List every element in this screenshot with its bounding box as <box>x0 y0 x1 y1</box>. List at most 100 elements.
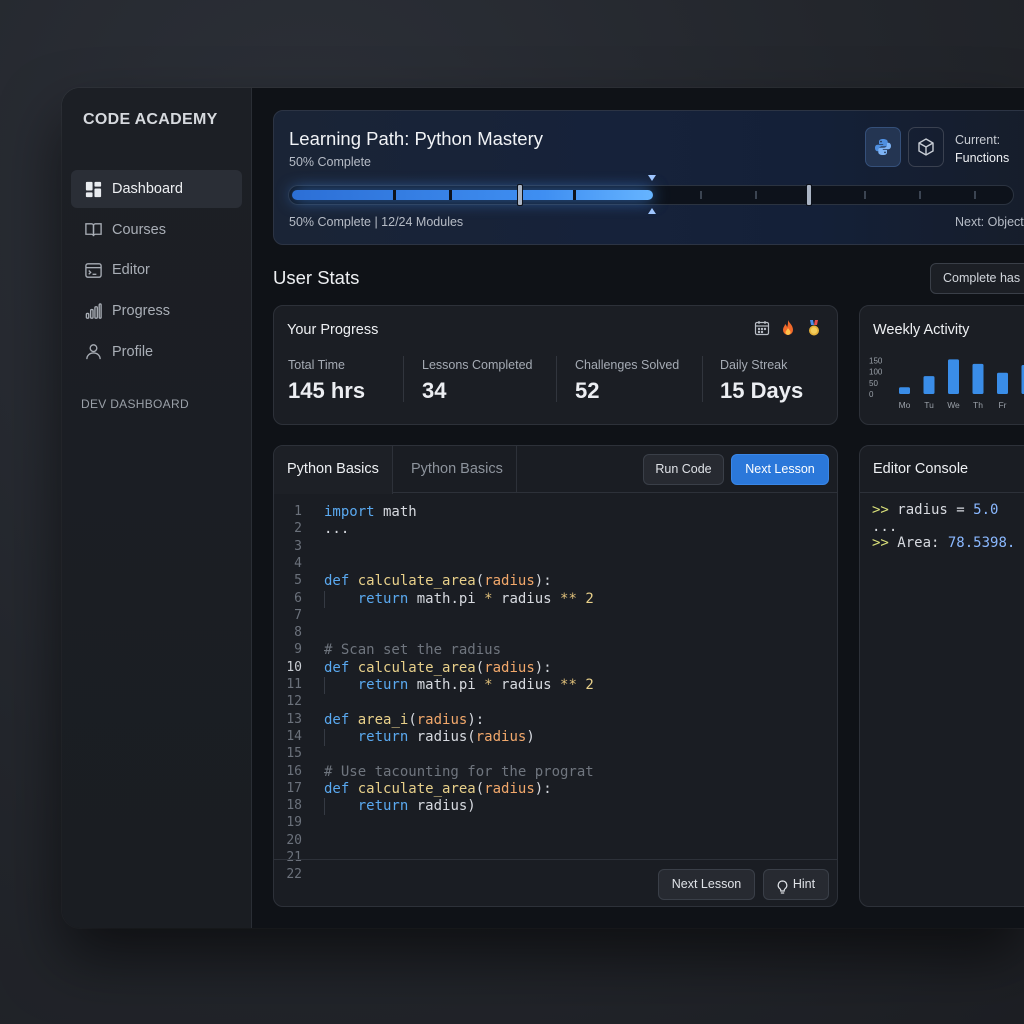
current-module: Current: Functions <box>955 131 1009 167</box>
complete-button[interactable]: Complete has <box>930 263 1024 294</box>
learning-path-next: Next: Objects <box>954 215 1024 229</box>
sidebar-item-profile[interactable]: Profile <box>71 333 242 371</box>
code-line: 18 return radius) <box>274 798 837 815</box>
code-token: ( <box>475 573 485 590</box>
dashboard-icon <box>83 179 103 199</box>
editor-tab-bar: Python Basics Python Basics Run Code Nex… <box>274 446 837 494</box>
tab-python-basics-2[interactable]: Python Basics <box>398 446 517 493</box>
code-token: calculate_area <box>357 780 476 797</box>
code-token: >> <box>872 502 889 518</box>
indent-guide <box>324 590 325 608</box>
sidebar-section-label: DEV DASHBOARD <box>81 397 189 411</box>
current-module-label: Current: <box>955 133 1001 147</box>
sidebar-item-label: Dashboard <box>112 181 183 197</box>
code-line: 1 import math <box>274 504 837 521</box>
progress-segment-gap <box>393 190 396 200</box>
sidebar: CODE ACADEMY Dashboard Courses Editor Pr… <box>62 88 252 928</box>
progress-marker-up-icon <box>648 208 656 214</box>
learning-path-subtitle: 50% Complete <box>289 155 371 169</box>
code-line: 20 <box>274 833 837 850</box>
progress-tick <box>755 191 757 199</box>
code-token: radius = <box>888 502 974 518</box>
sidebar-item-editor[interactable]: Editor <box>71 251 242 289</box>
code-token: 78.5398. <box>947 535 1016 551</box>
progress-handle[interactable] <box>806 184 812 206</box>
python-icon[interactable] <box>865 127 901 167</box>
your-progress-icons <box>753 319 823 337</box>
line-number: 14 <box>286 728 302 744</box>
code-line: 16 # Use tacounting for the prograt <box>274 764 837 781</box>
progress-tick <box>700 191 702 199</box>
line-number: 19 <box>286 815 302 831</box>
sidebar-item-dashboard[interactable]: Dashboard <box>71 170 242 208</box>
tab-python-basics[interactable]: Python Basics <box>274 446 393 494</box>
code-token: area_i <box>357 711 409 728</box>
stat-value: 34 <box>422 378 447 403</box>
current-module-value: Functions <box>955 151 1010 165</box>
console-line: ... <box>872 519 897 535</box>
code-text: return math.pi * radius ** 2 <box>324 677 594 693</box>
footer-next-lesson-button[interactable]: Next Lesson <box>658 869 755 900</box>
stat-divider <box>403 356 404 402</box>
bar-mo[interactable] <box>899 387 910 394</box>
your-progress-card: Your Progress Total Time 145 hrs Lessons… <box>273 305 838 425</box>
hint-label: Hint <box>792 877 816 891</box>
code-token: import <box>324 504 375 520</box>
your-progress-title: Your Progress <box>287 322 379 338</box>
line-number: 3 <box>294 538 302 554</box>
fire-icon[interactable] <box>779 319 797 337</box>
stat-daily-streak: Daily Streak 15 Days <box>720 358 803 404</box>
cube-icon[interactable] <box>908 127 944 167</box>
line-number: 10 <box>286 659 302 675</box>
brand-title: CODE ACADEMY <box>83 111 218 128</box>
code-text: # Scan set the radius <box>324 642 501 658</box>
line-number: 8 <box>294 625 302 641</box>
code-line: 14 return radius(radius) <box>274 728 837 746</box>
code-line: 7 <box>274 608 837 625</box>
code-token: radius) <box>408 798 476 815</box>
progress-segment-gap <box>573 190 576 200</box>
stat-value: 145 hrs <box>288 378 366 403</box>
line-number: 2 <box>294 521 302 537</box>
sidebar-item-progress[interactable]: Progress <box>71 292 242 330</box>
code-line: 3 <box>274 538 837 556</box>
hint-button[interactable]: Hint <box>763 869 829 900</box>
bar-we[interactable] <box>948 359 959 394</box>
sidebar-item-label: Courses <box>112 221 166 238</box>
bar-chart-icon <box>83 301 103 321</box>
code-token: ** <box>560 677 577 693</box>
bar-fr[interactable] <box>997 372 1008 394</box>
code-editor-card: Python Basics Python Basics Run Code Nex… <box>273 445 838 907</box>
stat-label: Lessons Completed <box>422 358 533 372</box>
x-tick-label: Fr <box>998 400 1006 410</box>
line-number: 1 <box>294 504 302 519</box>
code-line: 17 def calculate_area(radius): <box>274 780 837 798</box>
code-token: radius <box>492 590 561 607</box>
stat-label: Daily Streak <box>720 358 788 372</box>
bar-th[interactable] <box>972 363 984 394</box>
code-token: def <box>324 659 350 676</box>
calendar-icon[interactable] <box>753 319 771 337</box>
line-number: 6 <box>294 590 302 606</box>
code-token: ): <box>534 659 552 676</box>
learning-path-progress-bar <box>288 175 1014 214</box>
sidebar-item-courses[interactable]: Courses <box>71 211 242 249</box>
code-token: return <box>357 728 409 745</box>
stat-value: 52 <box>575 378 600 403</box>
console-line: >> radius = 5.0 <box>872 502 998 518</box>
stat-divider <box>556 356 557 402</box>
code-token: radius <box>492 677 561 693</box>
run-code-button[interactable]: Run Code <box>643 454 724 485</box>
code-area[interactable]: 1 import math 2... 3 4 5 def calculate_area(ra… <box>274 494 837 882</box>
code-line: 4 <box>274 556 837 573</box>
medal-icon[interactable] <box>805 319 823 337</box>
x-tick-label: Th <box>973 400 983 410</box>
progress-handle[interactable] <box>517 184 523 206</box>
next-lesson-button[interactable]: Next Lesson <box>731 454 829 485</box>
bar-tu[interactable] <box>923 376 935 394</box>
code-token: # Scan set the radius <box>324 642 502 659</box>
editor-footer: Next Lesson Hint <box>274 859 837 906</box>
code-token: >> <box>872 535 889 551</box>
